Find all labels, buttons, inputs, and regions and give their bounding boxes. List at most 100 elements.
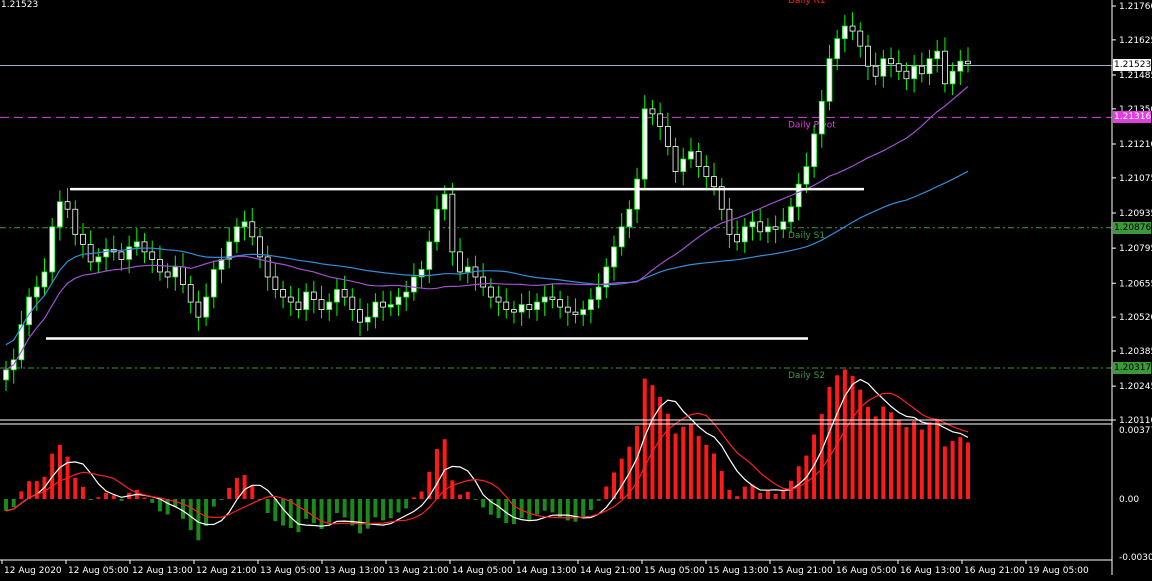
macd-histogram-bar [196, 498, 201, 541]
candle-body [695, 151, 702, 167]
macd-tick-label: -0.003070 [1119, 553, 1152, 563]
candle-body [895, 63, 902, 72]
candle-body [495, 296, 502, 303]
candle-body [357, 309, 363, 323]
macd-histogram-bar [250, 485, 255, 499]
time-tick-label: 15 Aug 05:00 [644, 566, 705, 576]
candle-body [164, 271, 171, 278]
candle-body [487, 286, 494, 298]
macd-histogram-bar [57, 444, 62, 499]
macd-histogram-bar [296, 498, 301, 533]
candle-body [903, 70, 910, 80]
time-tick-label: 14 Aug 13:00 [516, 566, 577, 576]
candle-body [672, 146, 679, 173]
macd-histogram-bar [211, 498, 216, 507]
macd-histogram-bar [535, 498, 540, 515]
candle-body [734, 233, 741, 243]
macd-histogram-bar [319, 498, 324, 530]
macd-histogram-bar [519, 498, 524, 518]
macd-histogram-bar [304, 498, 309, 519]
symbol-price-label: 1.21523 [1, 0, 39, 10]
time-tick-label: 12 Aug 21:00 [196, 566, 257, 576]
price-tick-label: 1.20245 [1119, 382, 1152, 392]
candle-body [149, 251, 156, 260]
pivot-label-r1: Daily R1 [788, 0, 826, 6]
macd-histogram-bar [404, 498, 409, 509]
candle-body [749, 221, 756, 228]
macd-histogram-bar [681, 426, 686, 499]
macd-histogram-bar [142, 497, 147, 499]
price-tick-label: 1.20935 [1119, 209, 1152, 219]
macd-histogram-bar [873, 416, 878, 499]
pivot-price-tag: 1.20876 [1113, 221, 1152, 234]
candle-body [233, 226, 240, 243]
macd-histogram-bar [434, 449, 439, 499]
macd-histogram-bar [227, 487, 232, 499]
candle-body [349, 296, 356, 310]
candle-body [141, 241, 148, 253]
candle-body [541, 296, 548, 303]
candle-body [557, 299, 564, 308]
macd-histogram-bar [188, 498, 193, 531]
candle-body [826, 58, 833, 102]
macd-histogram-bar [150, 498, 155, 503]
time-tick-label: 16 Aug 05:00 [836, 566, 897, 576]
macd-histogram-bar [850, 376, 855, 499]
macd-histogram-bar [311, 498, 316, 524]
macd-histogram-bar [704, 444, 709, 499]
macd-histogram-bar [265, 498, 270, 514]
macd-histogram-bar [619, 458, 624, 499]
price-tick-label: 1.21625 [1119, 36, 1152, 46]
candle-body [618, 226, 625, 248]
macd-histogram-bar [481, 498, 486, 508]
macd-histogram-bar [327, 498, 332, 523]
candle-body [795, 183, 802, 208]
candle-body [395, 296, 402, 305]
price-tick-label: 1.21075 [1119, 174, 1152, 184]
macd-histogram-bar [411, 497, 416, 499]
candle-body [287, 296, 294, 303]
macd-histogram-bar [34, 481, 39, 499]
candle-body [580, 309, 587, 316]
candle-body [326, 301, 333, 310]
macd-histogram-bar [358, 498, 363, 534]
macd-histogram-bar [966, 442, 970, 499]
macd-histogram-bar [458, 494, 463, 499]
macd-histogram-bar [165, 498, 170, 515]
candle-body [364, 316, 371, 323]
macd-histogram-bar [181, 498, 186, 519]
macd-histogram-bar [742, 486, 747, 499]
macd-histogram-bar [96, 497, 101, 499]
macd-histogram-bar [527, 498, 532, 521]
candle-body [942, 50, 948, 85]
price-tick-label: 1.21210 [1119, 140, 1152, 150]
macd-histogram-bar [27, 481, 32, 499]
time-tick-label: 14 Aug 21:00 [580, 566, 641, 576]
candle-body [118, 251, 125, 260]
candle-body [280, 289, 286, 298]
time-tick-label: 16 Aug 21:00 [964, 566, 1025, 576]
candle-body [841, 25, 848, 40]
macd-histogram-bar [373, 498, 378, 518]
candle-body [3, 369, 9, 381]
candle-body [857, 30, 864, 47]
pivot-price-tag: 1.20317 [1113, 362, 1152, 375]
candle-body [387, 304, 394, 308]
macd-histogram-bar [157, 498, 162, 512]
macd-histogram-bar [827, 386, 832, 499]
candle-body [649, 108, 656, 115]
macd-histogram-bar [773, 493, 778, 499]
candle-body [772, 226, 779, 230]
candle-body [133, 241, 140, 248]
macd-histogram-bar [104, 492, 109, 499]
candle-body [926, 58, 933, 75]
candle-body [318, 299, 325, 310]
trading-chart[interactable]: Daily Pivot Daily S1 Daily S2 Daily R1 1.21… [0, 0, 1152, 581]
macd-histogram-bar [658, 397, 663, 499]
macd-histogram-bar [550, 498, 555, 513]
candle-body [303, 291, 310, 311]
candle-body [249, 221, 256, 238]
macd-histogram-bar [334, 498, 339, 513]
candle-body [765, 226, 771, 233]
price-tick-label: 1.20110 [1119, 416, 1152, 426]
